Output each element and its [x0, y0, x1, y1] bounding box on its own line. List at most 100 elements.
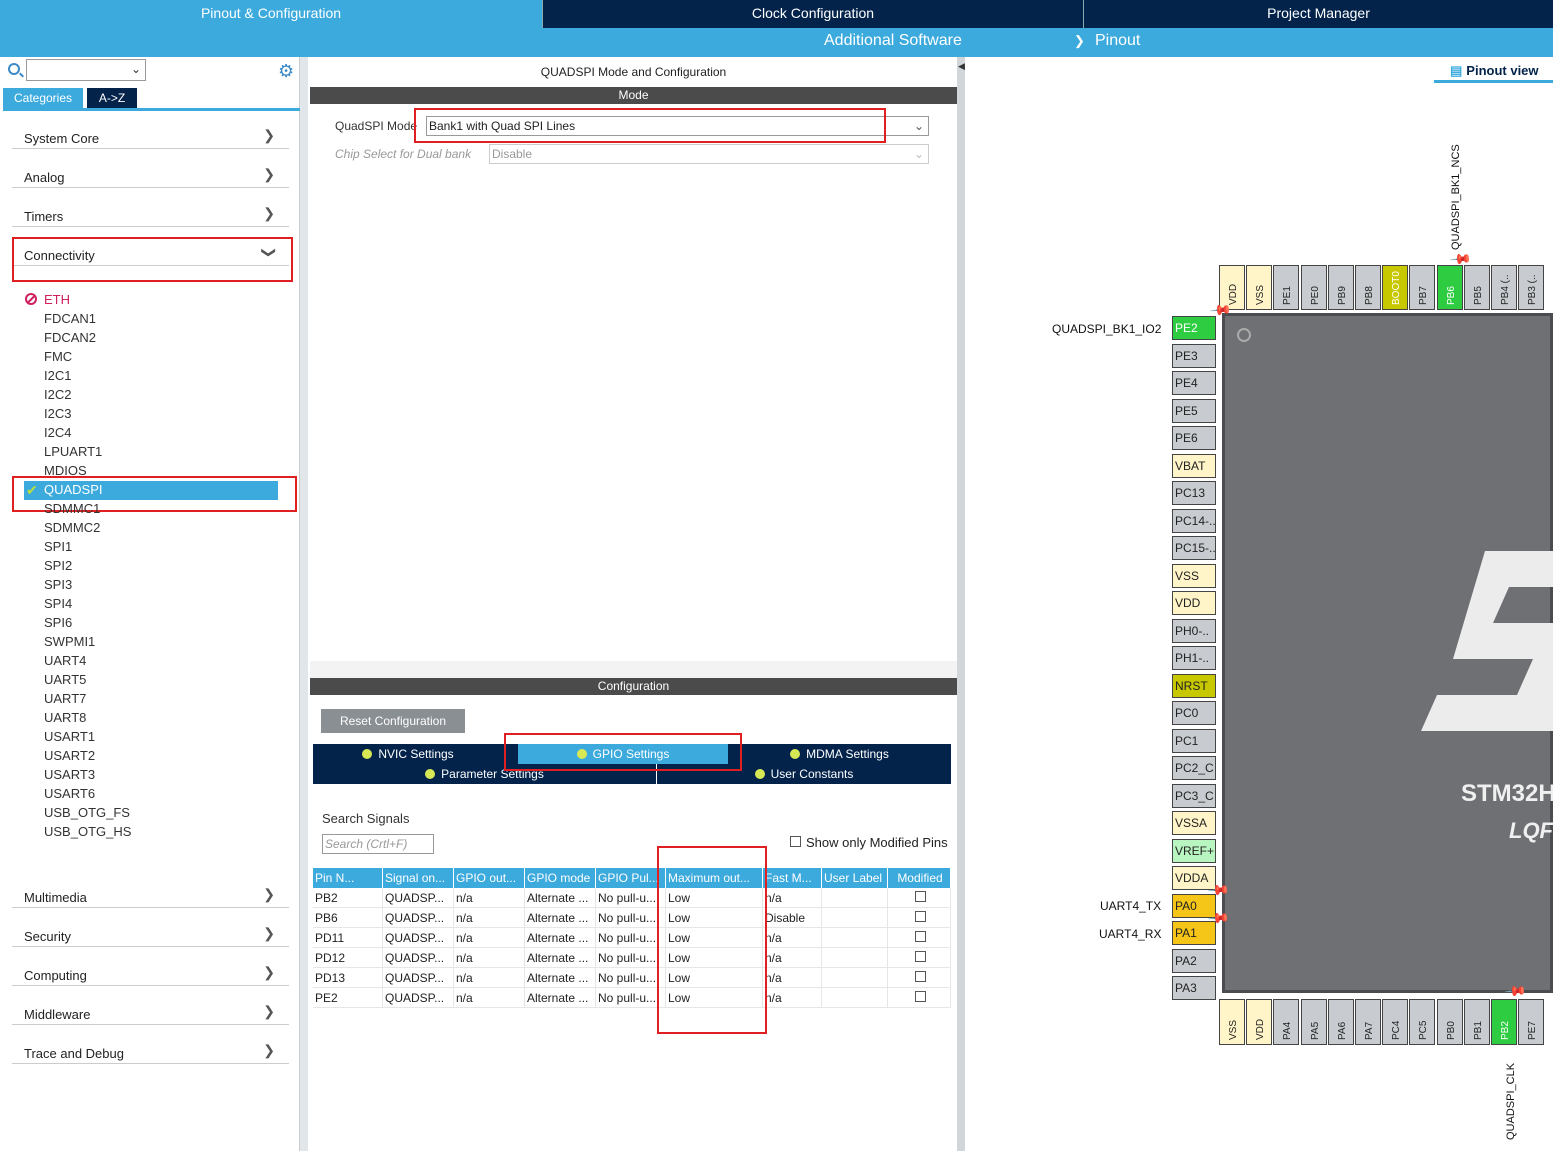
- modified-checkbox[interactable]: [888, 908, 951, 928]
- tab-categories[interactable]: Categories: [3, 88, 83, 108]
- connectivity-item[interactable]: FDCAN2: [44, 330, 96, 345]
- additional-software-link[interactable]: Additional Software: [824, 32, 962, 50]
- modified-checkbox[interactable]: [888, 988, 951, 1008]
- panel-splitter[interactable]: ◀: [957, 57, 965, 1151]
- pin-top[interactable]: PB9: [1327, 265, 1354, 310]
- pin-bottom[interactable]: PB0: [1436, 999, 1463, 1045]
- table-cell[interactable]: QUADSP...: [383, 968, 454, 988]
- category-analog[interactable]: Analog ❯: [12, 160, 289, 188]
- pin-bottom[interactable]: PA4: [1273, 999, 1300, 1045]
- connectivity-item[interactable]: SWPMI1: [44, 634, 95, 649]
- table-cell[interactable]: [822, 908, 888, 928]
- table-cell[interactable]: n/a: [763, 968, 822, 988]
- table-cell[interactable]: No pull-u...: [596, 888, 666, 908]
- connectivity-item[interactable]: USB_OTG_FS: [44, 805, 130, 820]
- pinout-label[interactable]: Pinout: [1095, 32, 1140, 50]
- pin-left[interactable]: PA2: [1172, 948, 1216, 973]
- tab-project-manager[interactable]: Project Manager: [1084, 0, 1553, 28]
- checkbox-icon[interactable]: [914, 971, 926, 982]
- connectivity-item[interactable]: I2C2: [44, 387, 71, 402]
- table-cell[interactable]: n/a: [763, 928, 822, 948]
- table-cell[interactable]: n/a: [454, 948, 525, 968]
- table-cell[interactable]: No pull-u...: [596, 968, 666, 988]
- checkbox-icon[interactable]: [790, 836, 801, 847]
- chevron-down-icon[interactable]: ⌄: [131, 62, 141, 76]
- chip-select-select[interactable]: Disable ⌄: [489, 144, 929, 164]
- table-cell[interactable]: PD13: [313, 968, 383, 988]
- connectivity-item[interactable]: QUADSPI: [44, 482, 103, 497]
- table-cell[interactable]: n/a: [454, 988, 525, 1008]
- tab-mdma-settings[interactable]: MDMA Settings: [728, 744, 951, 764]
- pin-bottom[interactable]: PE7: [1518, 999, 1545, 1045]
- gear-icon[interactable]: ⚙: [278, 61, 294, 82]
- connectivity-item[interactable]: SPI3: [44, 577, 72, 592]
- connectivity-item[interactable]: UART4: [44, 653, 86, 668]
- pin-left[interactable]: PC0: [1172, 701, 1216, 725]
- checkbox-icon[interactable]: [914, 911, 926, 922]
- pinout-dropdown[interactable]: ❯: [1074, 32, 1085, 50]
- table-cell[interactable]: No pull-u...: [596, 928, 666, 948]
- table-cell[interactable]: No pull-u...: [596, 988, 666, 1008]
- table-cell[interactable]: n/a: [454, 908, 525, 928]
- pin-left[interactable]: VSS: [1172, 563, 1216, 588]
- connectivity-item[interactable]: SPI4: [44, 596, 72, 611]
- table-header[interactable]: User Label: [822, 868, 888, 888]
- pin-left[interactable]: PA3: [1172, 976, 1216, 1000]
- pin-left[interactable]: PE2: [1172, 316, 1216, 340]
- pin-bottom[interactable]: PA7: [1355, 999, 1381, 1045]
- connectivity-item[interactable]: I2C4: [44, 425, 71, 440]
- tab-pinout-configuration[interactable]: Pinout & Configuration: [0, 0, 543, 28]
- table-cell[interactable]: [822, 888, 888, 908]
- category-trace-debug[interactable]: Trace and Debug ❯: [12, 1036, 289, 1064]
- modified-checkbox[interactable]: [888, 968, 951, 988]
- pin-left[interactable]: PC2_C: [1172, 756, 1216, 780]
- pin-left[interactable]: PH0-..: [1172, 618, 1216, 643]
- pin-left[interactable]: VBAT: [1172, 453, 1216, 478]
- connectivity-item[interactable]: SDMMC1: [44, 501, 100, 516]
- table-cell[interactable]: [822, 968, 888, 988]
- pin-left[interactable]: PC13: [1172, 481, 1216, 505]
- table-cell[interactable]: n/a: [454, 968, 525, 988]
- connectivity-item[interactable]: I2C3: [44, 406, 71, 421]
- table-cell[interactable]: Alternate ...: [525, 888, 596, 908]
- pin-left[interactable]: PC1: [1172, 728, 1216, 753]
- connectivity-item[interactable]: I2C1: [44, 368, 71, 383]
- category-timers[interactable]: Timers ❯: [12, 199, 289, 227]
- connectivity-item[interactable]: SPI2: [44, 558, 72, 573]
- table-cell[interactable]: n/a: [454, 928, 525, 948]
- signal-search-input[interactable]: Search (Crtl+F): [322, 834, 434, 854]
- table-cell[interactable]: No pull-u...: [596, 948, 666, 968]
- connectivity-item[interactable]: UART7: [44, 691, 86, 706]
- connectivity-item[interactable]: SPI6: [44, 615, 72, 630]
- table-cell[interactable]: n/a: [763, 988, 822, 1008]
- table-header[interactable]: Modified: [888, 868, 951, 888]
- table-cell[interactable]: PD11: [313, 928, 383, 948]
- connectivity-item[interactable]: FMC: [44, 349, 72, 364]
- connectivity-item[interactable]: UART8: [44, 710, 86, 725]
- pin-top[interactable]: PE0: [1300, 265, 1327, 310]
- pin-bottom[interactable]: PC5: [1409, 999, 1436, 1045]
- pin-left[interactable]: PC14-..: [1172, 508, 1216, 533]
- pin-left[interactable]: PC3_C: [1172, 783, 1216, 808]
- pin-top[interactable]: PB8: [1355, 265, 1381, 310]
- category-system-core[interactable]: System Core ❯: [12, 121, 289, 149]
- pin-top[interactable]: PE1: [1273, 265, 1300, 310]
- pin-top[interactable]: PB4 (..: [1491, 265, 1517, 310]
- tab-a-z[interactable]: A->Z: [87, 88, 137, 108]
- table-cell[interactable]: QUADSP...: [383, 888, 454, 908]
- table-cell[interactable]: No pull-u...: [596, 908, 666, 928]
- pin-left[interactable]: PE4: [1172, 371, 1216, 395]
- table-cell[interactable]: [822, 948, 888, 968]
- pin-left[interactable]: PH1-..: [1172, 646, 1216, 670]
- table-cell[interactable]: QUADSP...: [383, 988, 454, 1008]
- table-cell[interactable]: QUADSP...: [383, 948, 454, 968]
- pin-left[interactable]: NRST: [1172, 673, 1216, 698]
- reset-configuration-button[interactable]: Reset Configuration: [321, 709, 465, 733]
- connectivity-item[interactable]: USART2: [44, 748, 95, 763]
- pin-left[interactable]: VDD: [1172, 591, 1216, 615]
- connectivity-item[interactable]: USB_OTG_HS: [44, 824, 131, 839]
- pin-bottom[interactable]: PB1: [1463, 999, 1490, 1045]
- table-cell[interactable]: QUADSP...: [383, 928, 454, 948]
- connectivity-item[interactable]: ETH: [44, 292, 70, 307]
- connectivity-item[interactable]: UART5: [44, 672, 86, 687]
